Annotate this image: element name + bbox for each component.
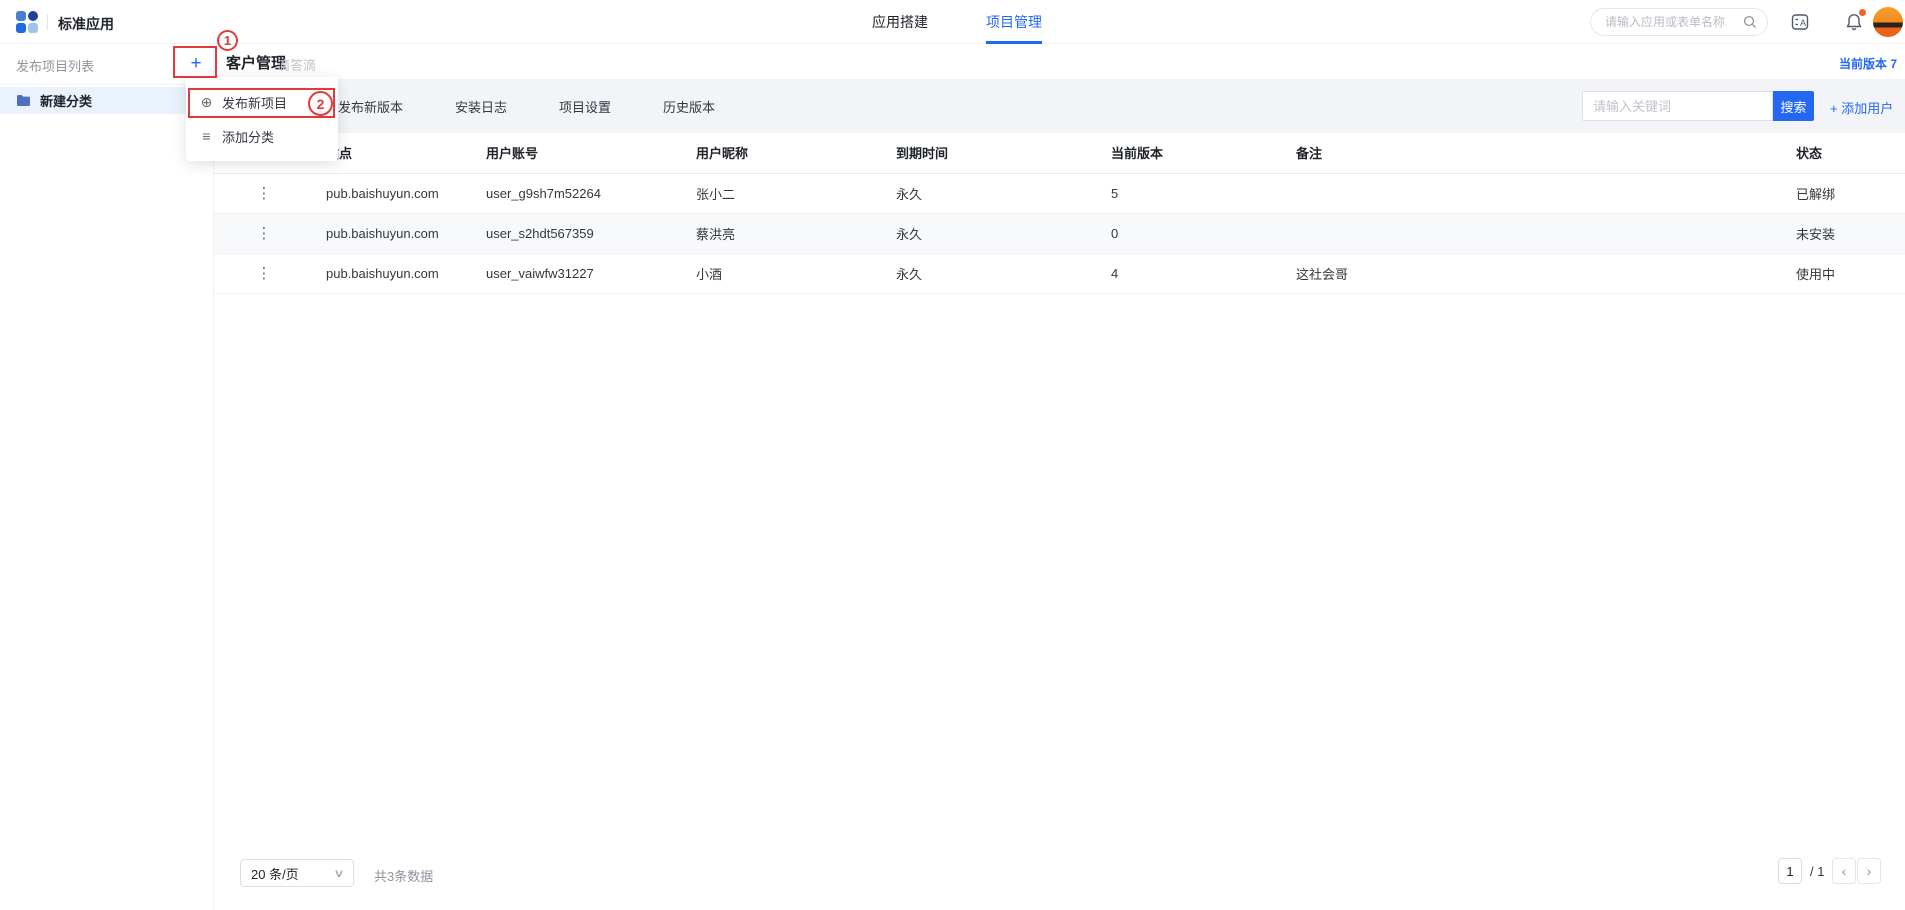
col-header-status: 状态	[1784, 133, 1905, 173]
page-size-select[interactable]: 20 条/页 ∨	[240, 859, 354, 887]
keyword-input[interactable]	[1593, 92, 1762, 120]
table-row: ⋮ pub.baishuyun.com user_s2hdt567359 蔡洪亮…	[214, 213, 1905, 253]
add-user-button[interactable]: + 添加用户	[1830, 98, 1893, 117]
table-header-row: 站点 用户账号 用户昵称 到期时间 当前版本 备注 状态	[214, 133, 1905, 173]
global-search-input[interactable]	[1605, 15, 1743, 29]
status-badge[interactable]: 已解绑	[1784, 173, 1905, 213]
menu-item-publish-new-project[interactable]: ⊕ 发布新项目	[186, 85, 338, 119]
project-title-row: 客户管理 滴答滴 当前版本 7	[214, 44, 1905, 79]
menu-item-label: 添加分类	[222, 127, 274, 146]
table-row: ⋮ pub.baishuyun.com user_vaiwfw31227 小酒 …	[214, 253, 1905, 293]
page-indicator: / 1	[1810, 864, 1824, 879]
col-header-site: 站点	[314, 133, 474, 173]
table-row: ⋮ pub.baishuyun.com user_g9sh7m52264 张小二…	[214, 173, 1905, 213]
keyword-search-box[interactable]	[1582, 91, 1773, 121]
col-header-account: 用户账号	[474, 133, 684, 173]
col-header-remark: 备注	[1284, 133, 1784, 173]
circle-plus-icon: ⊕	[199, 94, 214, 111]
page-size-value: 20 条/页	[251, 864, 299, 883]
notification-badge	[1859, 9, 1866, 16]
cell-account: user_s2hdt567359	[474, 213, 684, 253]
cell-site: pub.baishuyun.com	[314, 213, 474, 253]
cell-nickname: 小酒	[684, 253, 884, 293]
main-content: 客户管理 滴答滴 当前版本 7 发布新版本 安装日志 项目设置 历史版本 搜索 …	[214, 44, 1905, 910]
sidebar-item-label: 新建分类	[40, 91, 92, 110]
menu-item-label: 发布新项目	[222, 93, 287, 112]
sidebar-title: 发布项目列表	[16, 56, 94, 75]
sidebar-item-category[interactable]: 新建分类	[0, 87, 213, 114]
cell-expire: 永久	[884, 253, 1099, 293]
row-actions-kebab-icon[interactable]: ⋮	[257, 225, 272, 242]
cell-account: user_vaiwfw31227	[474, 253, 684, 293]
pagination-total: 共3条数据	[374, 866, 433, 885]
global-search-box[interactable]	[1590, 8, 1768, 36]
nav-tab-app-build[interactable]: 应用搭建	[872, 0, 928, 44]
top-header: 标准应用 应用搭建 项目管理 A	[0, 0, 1905, 44]
cell-remark	[1284, 213, 1784, 253]
cell-site: pub.baishuyun.com	[314, 173, 474, 213]
col-header-nickname: 用户昵称	[684, 133, 884, 173]
add-project-plus-button[interactable]: +	[183, 50, 209, 78]
tab-publish-new-version[interactable]: 发布新版本	[338, 97, 403, 116]
sidebar: 发布项目列表 + 新建分类	[0, 44, 214, 910]
cell-remark	[1284, 173, 1784, 213]
tab-history-versions[interactable]: 历史版本	[663, 97, 715, 116]
search-icon	[1743, 15, 1757, 29]
menu-item-add-category[interactable]: ≡ 添加分类	[186, 119, 338, 153]
user-avatar[interactable]	[1873, 7, 1903, 37]
cell-version: 4	[1099, 253, 1284, 293]
list-icon: ≡	[199, 128, 214, 144]
search-button[interactable]: 搜索	[1773, 91, 1814, 121]
tab-project-settings[interactable]: 项目设置	[559, 97, 611, 116]
status-badge[interactable]: 使用中	[1784, 253, 1905, 293]
current-page-box[interactable]: 1	[1778, 858, 1802, 884]
status-badge: 未安装	[1784, 213, 1905, 253]
notification-bell-icon[interactable]	[1842, 10, 1866, 34]
prev-page-button[interactable]: ‹	[1832, 858, 1856, 884]
add-project-dropdown-menu: ⊕ 发布新项目 ≡ 添加分类	[186, 77, 338, 161]
svg-text:A: A	[1800, 18, 1806, 28]
header-divider	[47, 14, 48, 30]
project-toolbar: 发布新版本 安装日志 项目设置 历史版本 搜索 + 添加用户	[214, 79, 1905, 133]
page-subtitle: 滴答滴	[277, 55, 316, 74]
col-header-expire: 到期时间	[884, 133, 1099, 173]
cell-nickname: 蔡洪亮	[684, 213, 884, 253]
user-table: 站点 用户账号 用户昵称 到期时间 当前版本 备注 状态 ⋮ pub.baish…	[214, 133, 1905, 294]
cell-account: user_g9sh7m52264	[474, 173, 684, 213]
col-header-version: 当前版本	[1099, 133, 1284, 173]
app-title: 标准应用	[58, 14, 114, 34]
cell-site: pub.baishuyun.com	[314, 253, 474, 293]
row-actions-kebab-icon[interactable]: ⋮	[257, 185, 272, 202]
cell-expire: 永久	[884, 213, 1099, 253]
cell-remark: 这社会哥	[1284, 253, 1784, 293]
folder-icon	[16, 94, 31, 107]
cell-version: 0	[1099, 213, 1284, 253]
cell-nickname: 张小二	[684, 173, 884, 213]
sidebar-header: 发布项目列表 +	[0, 44, 213, 85]
cell-version: 5	[1099, 173, 1284, 213]
contacts-icon[interactable]: A	[1788, 10, 1812, 34]
row-actions-kebab-icon[interactable]: ⋮	[257, 265, 272, 282]
tab-install-log[interactable]: 安装日志	[455, 97, 507, 116]
next-page-button[interactable]: ›	[1857, 858, 1881, 884]
nav-tab-project-management[interactable]: 项目管理	[986, 0, 1042, 44]
current-version-label[interactable]: 当前版本 7	[1839, 55, 1897, 72]
app-logo-icon[interactable]	[16, 11, 38, 33]
cell-expire: 永久	[884, 173, 1099, 213]
chevron-down-icon: ∨	[333, 867, 344, 880]
